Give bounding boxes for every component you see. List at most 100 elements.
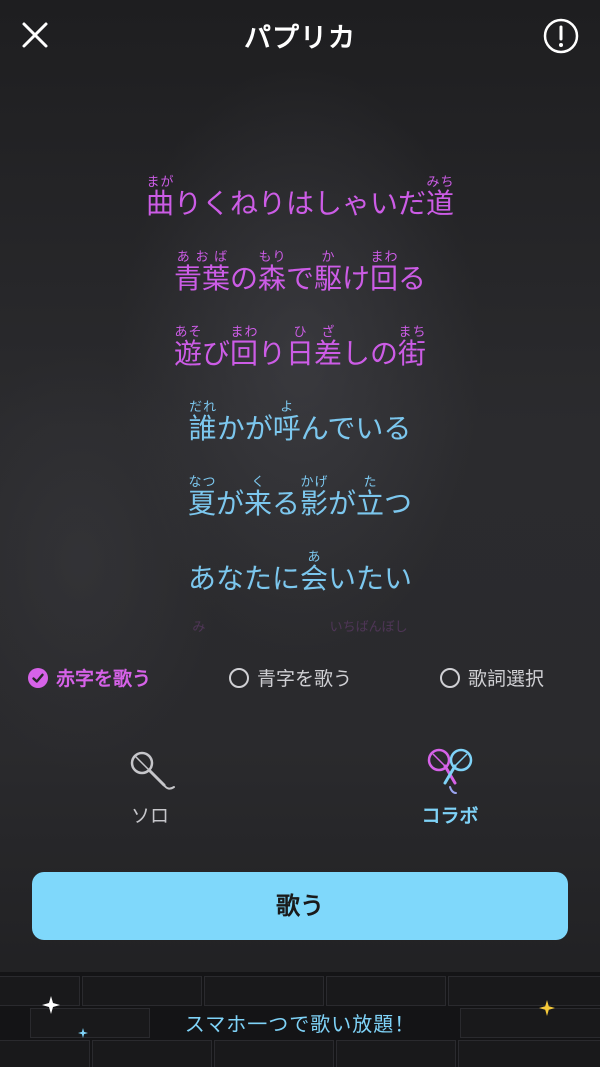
lyric-text: の [229, 262, 258, 295]
duet-microphones-icon [427, 748, 473, 794]
header: パプリカ [0, 0, 600, 72]
furigana: まわ [370, 250, 399, 265]
lyric-text: が [328, 487, 357, 520]
lyric-ruby: 日差ひざ [286, 325, 343, 370]
lyric-line: 遊あそび回まわり日差ひざしの街まち [0, 325, 600, 400]
lyric-kanji: 誰 [188, 412, 217, 445]
furigana: あおば [173, 250, 230, 265]
brick-decoration [92, 1040, 212, 1067]
lyric-kanji: 回 [229, 337, 258, 370]
lyric-kanji: 遊 [173, 337, 202, 370]
lyric-ruby: 回まわ [229, 325, 258, 370]
brick-decoration [458, 1040, 600, 1067]
lyric-text: かが [216, 412, 273, 445]
lyric-ruby: 道みち [426, 175, 455, 220]
promo-text: スマホ一つで歌い放題！ [184, 1012, 416, 1036]
lyric-text: しの [342, 337, 399, 370]
lyric-text: け [342, 262, 371, 295]
option-sing-red[interactable]: 赤字を歌う [28, 664, 151, 691]
collab-mode-button[interactable]: コラボ [380, 745, 520, 828]
furigana: ひざ [286, 325, 343, 340]
lyric-ruby: 青葉あおば [174, 250, 230, 295]
lyric-ruby: 森もり [257, 250, 286, 295]
lyric-ruby: 呼よ [273, 400, 301, 445]
lyric-ruby: 曲まが [145, 175, 174, 220]
lyric-text: りくねりはしゃいだ [173, 187, 426, 220]
promo-banner[interactable]: スマホ一つで歌い放題！ [0, 972, 600, 1067]
furigana: あそ [173, 325, 202, 340]
brick-decoration [0, 1040, 90, 1067]
furigana: みち [426, 175, 455, 190]
furigana: く [243, 475, 272, 490]
furigana: だれ [188, 400, 217, 415]
lyric-line: 夏なつが来くる影かげが立たつ [0, 475, 600, 550]
lyric-text: あなたに [187, 562, 300, 595]
lyric-ruby: 会あ [299, 550, 328, 595]
furigana: まが [145, 175, 174, 190]
lyric-kanji: 来 [243, 487, 272, 520]
lyric-kanji: 日差 [286, 337, 343, 370]
brick-decoration [214, 1040, 334, 1067]
furigana: か [314, 250, 343, 265]
lyric-ruby: 来く [243, 475, 272, 520]
microphone-icon [130, 751, 175, 790]
lyric-ruby: 影かげ [300, 475, 328, 520]
solo-mode-button[interactable]: ソロ [80, 745, 220, 828]
lyric-text: いたい [328, 562, 413, 595]
furigana: まわ [229, 325, 258, 340]
lyric-line: あなたに会あいたい [0, 550, 600, 625]
furigana: あ [299, 550, 328, 565]
lyric-kanji: 街 [398, 337, 427, 370]
checkmark-icon [32, 673, 44, 683]
sing-button[interactable]: 歌う [32, 872, 568, 940]
lyric-text: び [201, 337, 230, 370]
lyric-ruby: 立た [356, 475, 385, 520]
option-select-lyrics[interactable]: 歌詞選択 [440, 664, 544, 691]
furigana: かげ [300, 475, 329, 490]
lyric-text: り [257, 337, 286, 370]
furigana: た [356, 475, 385, 490]
lyric-ruby: 駆か [314, 250, 343, 295]
lyric-kanji: 駆 [314, 262, 343, 295]
part-options: 赤字を歌う 青字を歌う 歌詞選択 [0, 664, 600, 698]
lyric-kanji: 道 [426, 187, 455, 220]
solo-label: ソロ [130, 805, 169, 827]
option-label: 歌詞選択 [468, 668, 545, 690]
info-icon [543, 18, 579, 54]
lyric-ruby: 回まわ [370, 250, 399, 295]
page-title: パプリカ [244, 23, 356, 54]
radio-unchecked [440, 667, 460, 688]
lyric-text: で [285, 262, 314, 295]
lyric-kanji: 森 [257, 262, 286, 295]
lyric-kanji: 曲 [145, 187, 174, 220]
lyric-ruby: 街まち [398, 325, 427, 370]
lyric-text: る [271, 487, 300, 520]
lyric-text: る [398, 262, 427, 295]
lyric-kanji: 会 [299, 562, 328, 595]
brick-decoration [326, 976, 446, 1006]
lyric-text: つ [384, 487, 413, 520]
option-label: 青字を歌う [257, 668, 353, 690]
lyric-line: 青葉あおばの森もりで駆かけ回まわる [0, 250, 600, 325]
lyric-text: んでいる [300, 412, 412, 445]
lyric-line: 誰だれかが呼よんでいる [0, 400, 600, 475]
lyric-kanji: 夏 [187, 487, 216, 520]
lyric-kanji: 立 [356, 487, 385, 520]
collab-label: コラボ [421, 805, 479, 827]
radio-checked [28, 667, 48, 688]
brick-decoration [204, 976, 324, 1006]
brick-decoration [448, 976, 600, 1006]
option-sing-blue[interactable]: 青字を歌う [229, 664, 352, 691]
lyric-ruby: 夏なつ [187, 475, 216, 520]
radio-unchecked [229, 667, 249, 688]
option-label: 赤字を歌う [56, 668, 152, 690]
lyric-line-next: み いちばんぼし [0, 621, 600, 641]
brick-decoration [0, 976, 80, 1006]
brick-decoration [336, 1040, 456, 1067]
lyric-kanji: 回 [370, 262, 399, 295]
faded-lyric-right: いちばんぼし [329, 620, 408, 635]
lyric-text: が [215, 487, 244, 520]
info-button[interactable] [542, 17, 580, 55]
faded-lyric-left: み [192, 620, 206, 635]
furigana: なつ [187, 475, 216, 490]
